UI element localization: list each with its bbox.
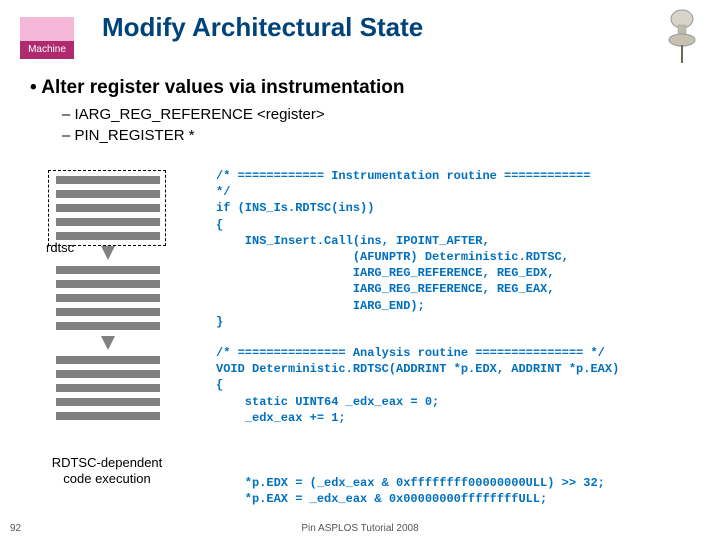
dashed-box bbox=[48, 170, 166, 246]
bar bbox=[56, 370, 160, 378]
logo-bottom: Machine bbox=[20, 41, 74, 59]
main-bullet: • Alter register values via instrumentat… bbox=[30, 77, 404, 99]
bar bbox=[56, 322, 160, 330]
stack-middle bbox=[38, 266, 178, 330]
code-analysis: /* =============== Analysis routine ====… bbox=[216, 345, 619, 426]
bar bbox=[56, 280, 160, 288]
logo: Machine bbox=[20, 17, 74, 59]
footer-text: Pin ASPLOS Tutorial 2008 bbox=[0, 523, 720, 534]
rdtsc-label: rdtsc bbox=[46, 240, 74, 255]
arrow-icon bbox=[101, 336, 115, 350]
code-assign: *p.EDX = (_edx_eax & 0xffffffff00000000U… bbox=[216, 475, 605, 507]
bar bbox=[56, 384, 160, 392]
bar bbox=[56, 294, 160, 302]
diagram-caption: RDTSC-dependent code execution bbox=[32, 455, 182, 486]
sub-bullet-1: – IARG_REG_REFERENCE <register> bbox=[62, 104, 325, 125]
bar bbox=[56, 308, 160, 316]
sub-bullets: – IARG_REG_REFERENCE <register> – PIN_RE… bbox=[62, 104, 325, 146]
code-instrumentation: /* ============ Instrumentation routine … bbox=[216, 168, 590, 330]
logo-top bbox=[20, 17, 74, 41]
bar bbox=[56, 356, 160, 364]
slide-title: Modify Architectural State bbox=[102, 12, 423, 43]
sub-bullet-2: – PIN_REGISTER * bbox=[62, 125, 325, 146]
bar bbox=[56, 266, 160, 274]
arrow-icon bbox=[101, 246, 115, 260]
bar bbox=[56, 412, 160, 420]
stack-bottom bbox=[38, 356, 178, 420]
diagram: rdtsc bbox=[38, 170, 178, 426]
stack-top: rdtsc bbox=[38, 176, 178, 240]
pushpin-icon bbox=[662, 5, 702, 65]
bar bbox=[56, 398, 160, 406]
